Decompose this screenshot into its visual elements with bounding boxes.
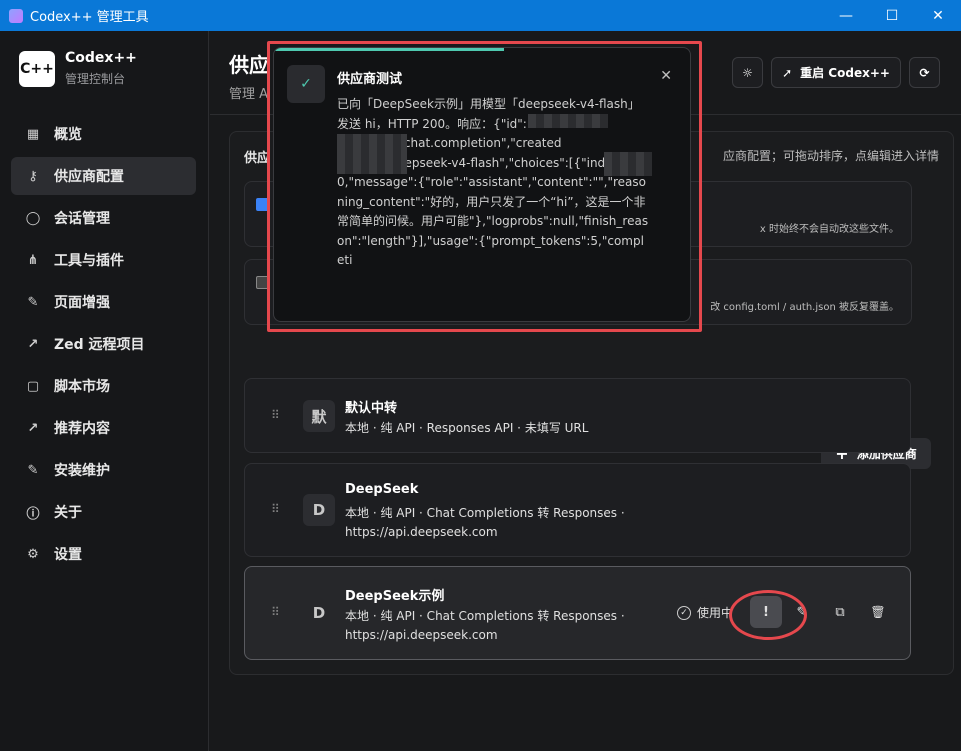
provider-avatar: D (312, 604, 326, 622)
theme-toggle-button[interactable]: ☼ (732, 57, 763, 88)
provider-avatar: 默 (303, 400, 335, 432)
trash-icon: 🗑 (870, 605, 886, 619)
panel-hint: 应商配置；可拖动排序，点编辑进入详情 (722, 149, 939, 163)
sidebar-item-script-market[interactable]: ▢ 脚本市场 (11, 367, 196, 405)
check-circle-icon: ✓ (677, 605, 691, 620)
sidebar-item-recommended[interactable]: ↗ 推荐内容 (11, 409, 196, 447)
sidebar-item-label: Zed 远程项目 (54, 337, 145, 353)
sidebar-item-label: 关于 (54, 505, 82, 521)
sidebar-item-page-enhance[interactable]: ✎ 页面增强 (11, 283, 196, 321)
sidebar-item-label: 页面增强 (54, 295, 110, 311)
sidebar-item-label: 设置 (54, 547, 82, 563)
brand: C++ Codex++ 管理控制台 (19, 50, 137, 87)
page-subtitle: 管理 A (229, 87, 269, 102)
page-title: 供应 (229, 53, 269, 77)
sidebar-item-providers[interactable]: ⚷ 供应商配置 (11, 157, 196, 195)
chat-icon: ◯ (25, 210, 41, 226)
sidebar-item-about[interactable]: ⓘ 关于 (11, 493, 196, 531)
refresh-icon: ⟳ (919, 65, 930, 80)
sidebar-item-label: 脚本市场 (54, 379, 110, 395)
sidebar-item-label: 安装维护 (54, 463, 110, 479)
network-icon: ⋔ (27, 252, 39, 268)
sidebar-item-label: 概览 (54, 127, 82, 143)
sidebar-item-zed-remote[interactable]: ↗ Zed 远程项目 (11, 325, 196, 363)
copy-icon: ⧉ (835, 604, 845, 620)
sidebar-item-maintenance[interactable]: ✎ 安装维护 (11, 451, 196, 489)
external-link-icon: ↗ (27, 420, 39, 436)
file-icon: ▢ (26, 378, 40, 394)
hammer-icon: ✎ (27, 294, 39, 310)
provider-card-deepseek[interactable]: ⠿ D DeepSeek 本地 · 纯 API · Chat Completio… (244, 463, 911, 557)
info-icon: ⓘ (26, 506, 40, 522)
sidebar-nav: ▦ 概览 ⚷ 供应商配置 ◯ 会话管理 ⋔ 工具与插件 ✎ 页面增强 ↗ Zed 远程项目 … (11, 115, 196, 577)
in-use-label: 使用中 (697, 606, 734, 620)
sun-icon: ☼ (742, 65, 753, 80)
provider-name: DeepSeek示例 (345, 589, 445, 604)
maximize-button[interactable]: ☐ (869, 0, 915, 31)
window-titlebar: Codex++ 管理工具 — ☐ ✕ (0, 0, 961, 31)
wrench-icon: ✎ (27, 462, 39, 478)
brand-subtitle: 管理控制台 (65, 72, 126, 86)
gear-icon: ⚙ (27, 546, 39, 562)
sidebar-item-sessions[interactable]: ◯ 会话管理 (11, 199, 196, 237)
grid-icon: ▦ (26, 126, 40, 142)
rocket-icon: ➚ (782, 65, 793, 80)
drag-handle-icon[interactable]: ⠿ (271, 502, 280, 516)
sidebar-item-label: 供应商配置 (54, 169, 124, 185)
brand-logo: C++ (19, 50, 55, 87)
key-icon: ⚷ (28, 168, 38, 184)
provider-card-default[interactable]: ⠿ 默 默认中转 本地 · 纯 API · Responses API · 未填… (244, 378, 911, 453)
provider-name: 默认中转 (345, 401, 398, 416)
delete-provider-button[interactable]: 🗑 (866, 596, 890, 628)
external-link-icon: ↗ (27, 336, 39, 352)
app-icon (9, 8, 23, 23)
close-button[interactable]: ✕ (915, 0, 961, 31)
sidebar-item-label: 推荐内容 (54, 421, 110, 437)
restart-button[interactable]: ➚ 重启 Codex++ (771, 57, 901, 88)
provider-desc: 本地 · 纯 API · Chat Completions 转 Response… (345, 609, 625, 642)
refresh-button[interactable]: ⟳ (909, 57, 940, 88)
in-use-status: ✓ 使用中 (677, 604, 733, 621)
annotation-highlight-circle (729, 590, 807, 640)
drag-handle-icon[interactable]: ⠿ (271, 605, 280, 619)
provider-name: DeepSeek (345, 482, 419, 497)
option-desc-2: 改 config.toml / auth.json 被反复覆盖。 (710, 302, 899, 313)
drag-handle-icon[interactable]: ⠿ (271, 408, 280, 422)
sidebar-item-label: 会话管理 (54, 211, 110, 227)
sidebar-item-tools[interactable]: ⋔ 工具与插件 (11, 241, 196, 279)
restart-label: 重启 Codex++ (800, 66, 890, 80)
annotation-highlight-box (267, 41, 702, 332)
sidebar-item-label: 工具与插件 (54, 253, 124, 269)
provider-avatar: D (303, 494, 335, 526)
sidebar-item-overview[interactable]: ▦ 概览 (11, 115, 196, 153)
sidebar: C++ Codex++ 管理控制台 ▦ 概览 ⚷ 供应商配置 ◯ 会话管理 ⋔ 工具与插… (0, 31, 209, 751)
sidebar-item-settings[interactable]: ⚙ 设置 (11, 535, 196, 573)
provider-card-deepseek-example[interactable]: ⠿ D DeepSeek示例 本地 · 纯 API · Chat Complet… (244, 566, 911, 660)
minimize-button[interactable]: — (823, 0, 869, 31)
provider-desc: 本地 · 纯 API · Chat Completions 转 Response… (345, 506, 625, 539)
provider-desc: 本地 · 纯 API · Responses API · 未填写 URL (345, 421, 589, 435)
brand-name: Codex++ (65, 50, 137, 66)
window-title: Codex++ 管理工具 (30, 10, 149, 25)
option-desc-1: x 时始终不会自动改这些文件。 (759, 224, 899, 235)
copy-provider-button[interactable]: ⧉ (828, 596, 852, 628)
